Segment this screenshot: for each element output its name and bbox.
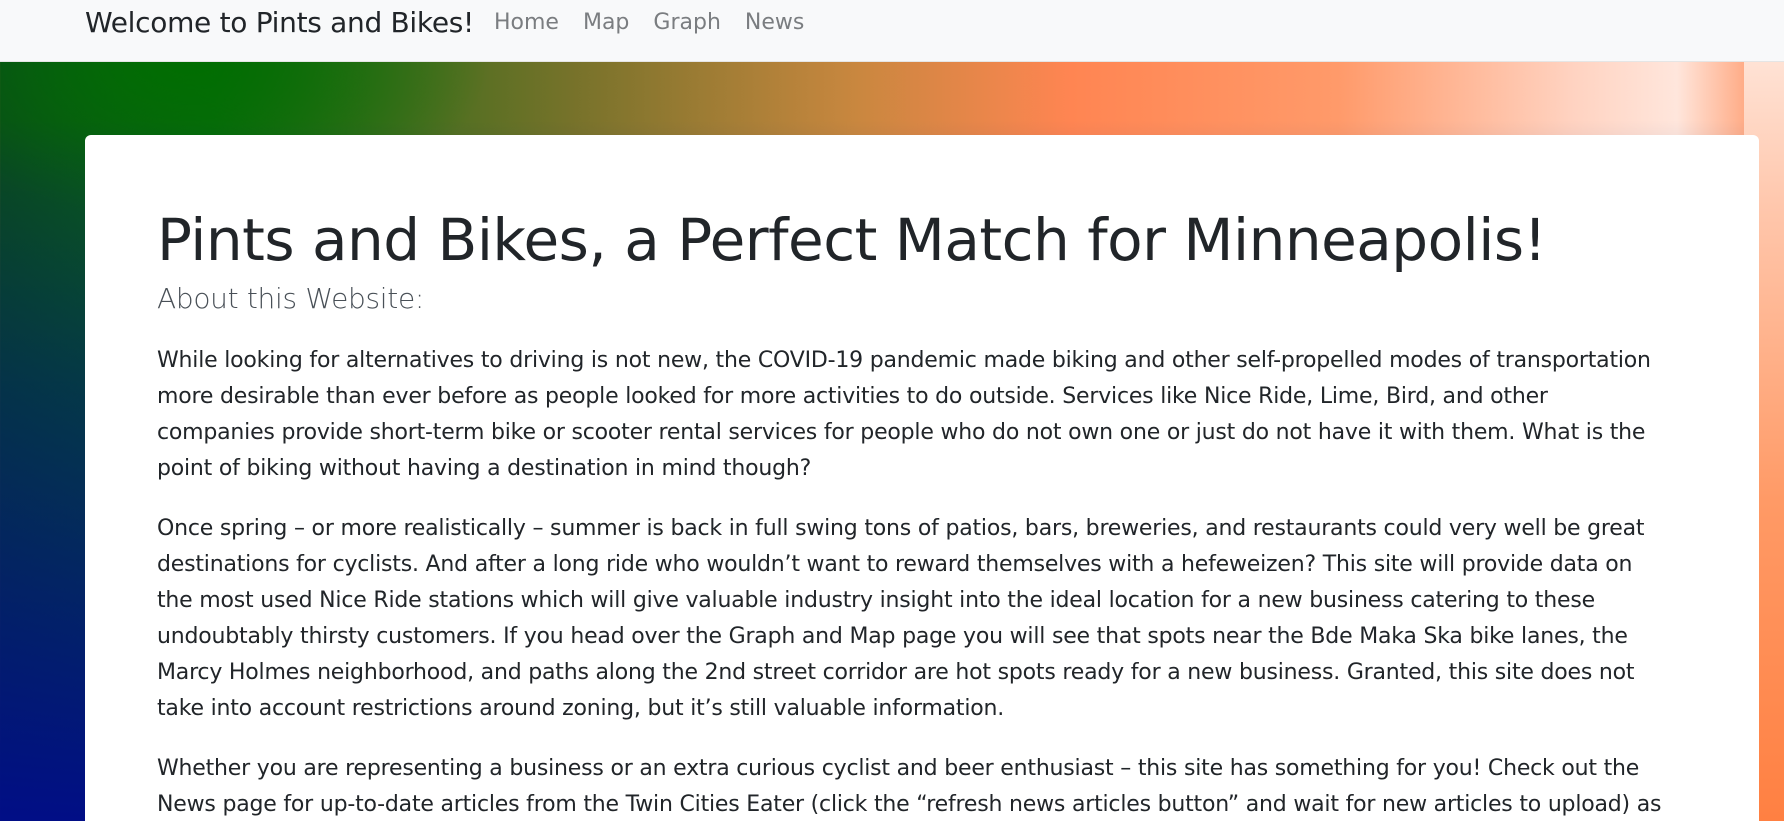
nav-link-home[interactable]: Home (494, 8, 559, 38)
navbar: Welcome to Pints and Bikes! Home Map Gra… (0, 0, 1784, 62)
nav-link-graph[interactable]: Graph (653, 8, 720, 38)
navbar-brand[interactable]: Welcome to Pints and Bikes! (85, 6, 474, 40)
paragraph-destinations: Once spring – or more realistically – su… (157, 516, 1645, 721)
paragraph-audience: Whether you are representing a business … (157, 756, 1662, 817)
paragraph-intro: While looking for alternatives to drivin… (157, 348, 1651, 481)
content-card: Pints and Bikes, a Perfect Match for Min… (85, 135, 1759, 821)
nav-link-map[interactable]: Map (583, 8, 629, 38)
page-subtitle: About this Website: (157, 282, 425, 315)
page-title: Pints and Bikes, a Perfect Match for Min… (157, 206, 1547, 274)
nav-link-news[interactable]: News (745, 8, 804, 38)
content-card-body: Pints and Bikes, a Perfect Match for Min… (157, 207, 1667, 821)
nav-links: Home Map Graph News (494, 8, 828, 38)
